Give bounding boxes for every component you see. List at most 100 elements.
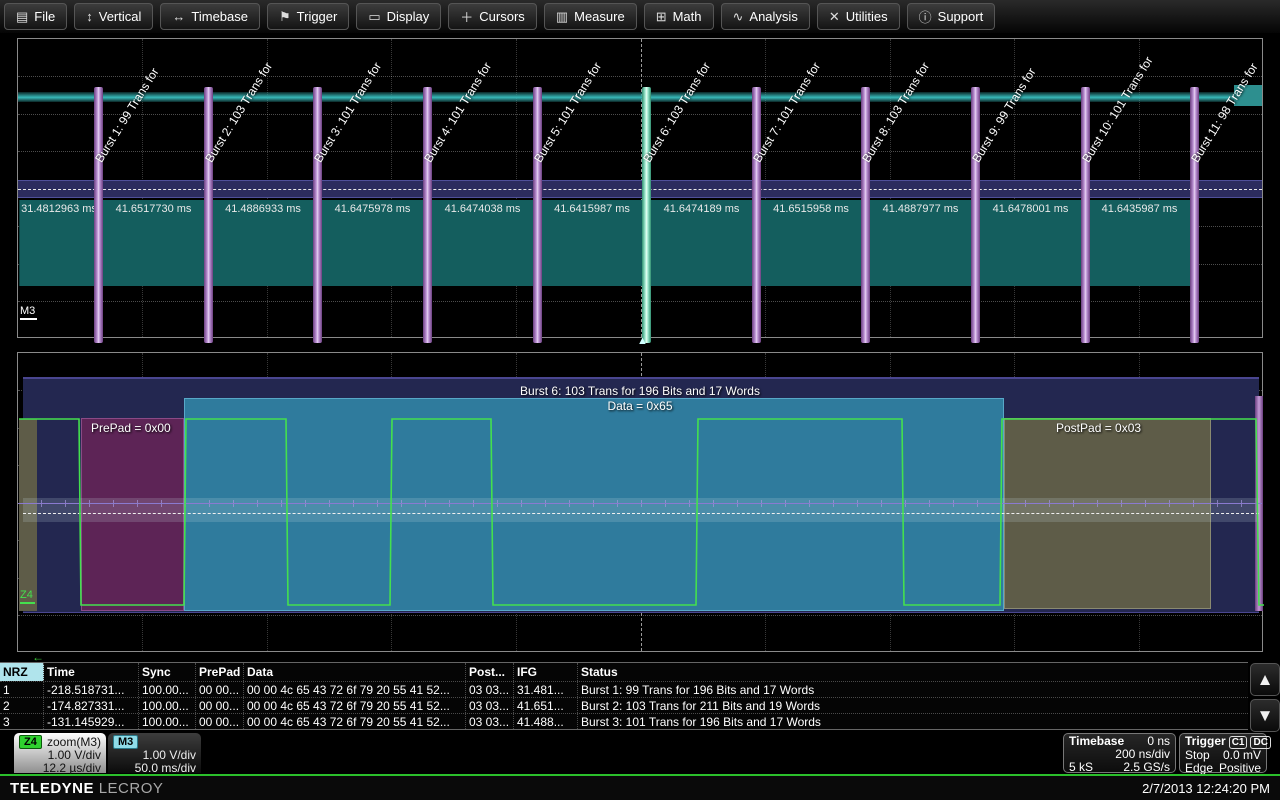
interval-cell: 41.6474038 ms bbox=[427, 200, 537, 286]
m3-trace-label: M3 bbox=[20, 305, 37, 320]
cell-data: 00 00 4c 65 43 72 6f 79 20 55 41 52... bbox=[244, 682, 466, 697]
cell-prepad: 00 00... bbox=[196, 682, 244, 697]
table-row[interactable]: 1 -218.518731... 100.00... 00 00... 00 0… bbox=[0, 681, 1248, 697]
timebase-samples: 5 kS bbox=[1069, 761, 1093, 774]
cell-time: -131.145929... bbox=[44, 714, 139, 729]
m3-descriptor-tile[interactable]: M3 1.00 V/div 50.0 ms/div bbox=[108, 733, 201, 773]
burst-marker-9 bbox=[971, 87, 980, 343]
cursors-icon: ＋ bbox=[460, 7, 473, 26]
zoom-waveform-grid: Burst 6: 103 Trans for 196 Bits and 17 W… bbox=[17, 352, 1263, 652]
menu-trigger[interactable]: ⚑Trigger bbox=[267, 3, 349, 30]
menu-timebase[interactable]: ↔Timebase bbox=[160, 3, 260, 30]
interval-cell: 31.4812963 ms bbox=[19, 200, 98, 286]
vertical-icon: ↕ bbox=[86, 9, 93, 24]
brand-lecroy: LECROY bbox=[99, 780, 164, 797]
interval-cell: 41.6515958 ms bbox=[756, 200, 865, 286]
burst-marker-2 bbox=[204, 87, 213, 343]
menu-support[interactable]: ⓘSupport bbox=[907, 3, 996, 30]
cell-ifg: 41.651... bbox=[514, 698, 578, 713]
menu-math[interactable]: ⊞Math bbox=[644, 3, 714, 30]
header-prepad: PrePad bbox=[196, 663, 244, 681]
burst-marker-10 bbox=[1081, 87, 1090, 343]
menu-display[interactable]: ▭ Display bbox=[356, 3, 441, 30]
brand-teledyne: TELEDYNE bbox=[10, 780, 94, 797]
data-value-label: Data = 0x65 bbox=[18, 399, 1262, 413]
menu-cursors[interactable]: ＋ Cursors bbox=[448, 3, 537, 30]
table-row[interactable]: 3 -131.145929... 100.00... 00 00... 00 0… bbox=[0, 713, 1248, 729]
interval-cell: 41.6474189 ms bbox=[646, 200, 756, 286]
trigger-position-marker[interactable]: ▲ bbox=[637, 336, 648, 347]
scroll-down-button[interactable]: ▼ bbox=[1250, 699, 1280, 732]
interval-cell: 41.4887977 ms bbox=[865, 200, 975, 286]
cell-prepad: 00 00... bbox=[196, 698, 244, 713]
menu-display-label: Display bbox=[387, 9, 430, 24]
timebase-rate: 2.5 GS/s bbox=[1123, 761, 1170, 774]
burst-marker-7 bbox=[752, 87, 761, 343]
menu-file-label: File bbox=[34, 9, 55, 24]
analysis-icon: ∿ bbox=[733, 9, 744, 25]
burst-marker-1 bbox=[94, 87, 103, 343]
cell-sync: 100.00... bbox=[139, 698, 196, 713]
table-scrollbar: ▲ ▼ bbox=[1250, 663, 1280, 733]
cell-sync: 100.00... bbox=[139, 714, 196, 729]
cell-status: Burst 1: 99 Trans for 196 Bits and 17 Wo… bbox=[578, 682, 1248, 697]
cell-time: -218.518731... bbox=[44, 682, 139, 697]
brand-logo: TELEDYNE LECROY bbox=[10, 780, 163, 797]
z4-badge: Z4 bbox=[19, 735, 42, 749]
interval-cell: 41.6435987 ms bbox=[1085, 200, 1193, 286]
cell-idx: 1 bbox=[0, 682, 44, 697]
burst-marker-5 bbox=[533, 87, 542, 343]
burst-interval-band: 31.4812963 ms 41.6517730 ms 41.4886933 m… bbox=[19, 200, 1193, 286]
display-icon: ▭ bbox=[368, 9, 380, 25]
m3-badge: M3 bbox=[113, 735, 138, 749]
measure-icon: ▥ bbox=[556, 9, 568, 25]
interval-cell: 41.6517730 ms bbox=[98, 200, 208, 286]
scroll-up-icon: ▲ bbox=[1257, 670, 1274, 690]
menu-math-label: Math bbox=[673, 9, 702, 24]
cell-status: Burst 3: 101 Trans for 196 Bits and 17 W… bbox=[578, 714, 1248, 729]
cell-data: 00 00 4c 65 43 72 6f 79 20 55 41 52... bbox=[244, 714, 466, 729]
timebase-info-box[interactable]: Timebase0 ns 200 ns/div 5 kS2.5 GS/s bbox=[1063, 733, 1176, 773]
cell-time: -174.827331... bbox=[44, 698, 139, 713]
z4-trace-label: Z4 bbox=[20, 589, 35, 604]
cell-post: 03 03... bbox=[466, 682, 514, 697]
footer-bar: TELEDYNE LECROY 2/7/2013 12:24:20 PM bbox=[0, 776, 1280, 800]
header-post: Post... bbox=[466, 663, 514, 681]
top-waveform-grid: 31.4812963 ms 41.6517730 ms 41.4886933 m… bbox=[17, 38, 1263, 338]
menu-measure[interactable]: ▥Measure bbox=[544, 3, 637, 30]
cell-status: Burst 2: 103 Trans for 211 Bits and 19 W… bbox=[578, 698, 1248, 713]
z4-title: zoom(M3) bbox=[47, 735, 101, 749]
trigger-info-box[interactable]: Trigger C1DC Stop0.0 mV EdgePositive bbox=[1179, 733, 1267, 773]
trigger-title: Trigger bbox=[1185, 735, 1226, 749]
menu-utilities-label: Utilities bbox=[846, 9, 888, 24]
cell-post: 03 03... bbox=[466, 698, 514, 713]
nrz-waveform bbox=[18, 353, 1264, 653]
header-nrz: NRZ bbox=[0, 663, 44, 681]
table-row[interactable]: 2 -174.827331... 100.00... 00 00... 00 0… bbox=[0, 697, 1248, 713]
menu-timebase-label: Timebase bbox=[191, 9, 248, 24]
interval-cell: 41.6475978 ms bbox=[317, 200, 427, 286]
burst-marker-6-selected bbox=[642, 87, 651, 343]
header-sync: Sync bbox=[139, 663, 196, 681]
menu-analysis[interactable]: ∿Analysis bbox=[721, 3, 810, 30]
interval-cell: 41.6415987 ms bbox=[537, 200, 646, 286]
cell-data: 00 00 4c 65 43 72 6f 79 20 55 41 52... bbox=[244, 698, 466, 713]
file-icon: ▤ bbox=[16, 9, 28, 25]
menu-vertical[interactable]: ↕Vertical bbox=[74, 3, 153, 30]
decode-result-table: NRZ Time Sync PrePad Data Post... IFG St… bbox=[0, 662, 1248, 730]
burst-marker-4 bbox=[423, 87, 432, 343]
header-data: Data bbox=[244, 663, 466, 681]
table-header-row: NRZ Time Sync PrePad Data Post... IFG St… bbox=[0, 663, 1248, 681]
oscilloscope-screen: ▤ File ↕Vertical ↔Timebase ⚑Trigger ▭ Disp… bbox=[0, 0, 1280, 800]
burst-marker-8 bbox=[861, 87, 870, 343]
interval-cell: 41.6478001 ms bbox=[975, 200, 1085, 286]
menu-support-label: Support bbox=[938, 9, 984, 24]
menu-file[interactable]: ▤ File bbox=[4, 3, 67, 30]
menu-utilities[interactable]: ✕Utilities bbox=[817, 3, 900, 30]
menu-cursors-label: Cursors bbox=[479, 9, 525, 24]
z4-descriptor-tile[interactable]: Z4 zoom(M3) 1.00 V/div 12.2 µs/div bbox=[14, 733, 106, 773]
cell-post: 03 03... bbox=[466, 714, 514, 729]
scroll-down-icon: ▼ bbox=[1257, 706, 1274, 726]
scroll-up-button[interactable]: ▲ bbox=[1250, 663, 1280, 696]
postpad-label: PostPad = 0x03 bbox=[1056, 421, 1141, 435]
